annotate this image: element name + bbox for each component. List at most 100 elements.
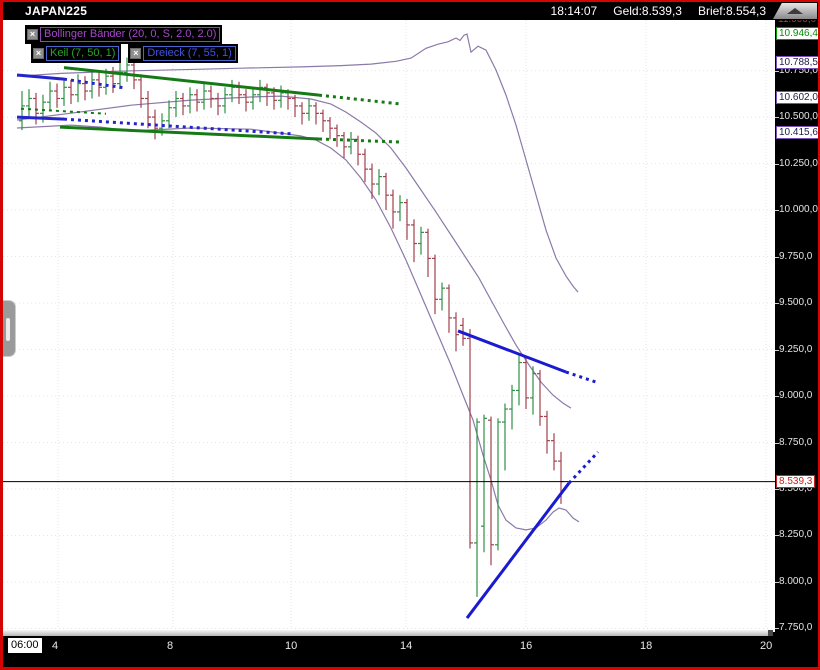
ohlc-bar [488, 416, 494, 566]
ohlc-bar [26, 89, 32, 118]
price-tick-label: 7.750,0 [779, 622, 813, 632]
ohlc-bar [376, 169, 382, 196]
ohlc-bar [166, 100, 172, 129]
price-badge-band: 10.602,0 [776, 91, 818, 105]
ohlc-bar [418, 226, 424, 255]
ohlc-bar [523, 356, 529, 410]
close-icon[interactable]: × [27, 29, 38, 40]
ohlc-bar [257, 79, 263, 103]
chart-area[interactable]: × Bollinger Bänder (20, 0, S, 2.0, 2.0) ×… [3, 20, 775, 632]
time-tick-label: 16 [520, 640, 533, 652]
quote-status: 18:14:07 Geld:8.539,3 Brief:8.554,3 [535, 4, 766, 18]
chart-window: JAPAN225 18:14:07 Geld:8.539,3 Brief:8.554… [0, 0, 820, 670]
old-wedge-dotted-green-dotted-line [20, 107, 107, 115]
ohlc-bar [502, 403, 508, 471]
price-tick-label: 9.750,0 [779, 250, 813, 262]
horizontal-scrollbar[interactable] [3, 629, 773, 636]
dreieck-bottom-dotted-line [567, 450, 600, 485]
ohlc-bar [82, 76, 88, 101]
ohlc-bar [75, 74, 81, 103]
price-tick-mark [775, 442, 779, 444]
ohlc-bar [208, 85, 214, 108]
price-tick-label: 9.000,0 [779, 390, 813, 401]
ohlc-bar [348, 131, 354, 155]
price-tick-label: 10.500,0 [779, 111, 818, 123]
ohlc-bar [467, 329, 473, 549]
price-tick-mark [775, 535, 779, 537]
old-wedge-bottom-line [16, 115, 65, 121]
ohlc-bar [180, 92, 186, 116]
ohlc-bar [397, 195, 403, 222]
price-tick-label: 9.250,0 [779, 343, 813, 355]
ohlc-bar [264, 83, 270, 106]
price-tick-mark [775, 581, 779, 583]
ohlc-bar [439, 282, 445, 311]
price-tick-label: 8.000,0 [779, 575, 813, 587]
dreieck-top-dotted-line [565, 370, 597, 384]
ohlc-bar [411, 219, 417, 263]
ohlc-bar [551, 433, 557, 471]
collapse-button[interactable] [773, 3, 817, 19]
symbol-title: JAPAN225 [25, 4, 88, 18]
price-tick-label: 8.250,0 [779, 529, 813, 541]
ohlc-bar [173, 91, 179, 118]
ohlc-bar [509, 384, 515, 430]
legend-item-bollinger: × Bollinger Bänder (20, 0, S, 2.0, 2.0) [25, 25, 223, 44]
ohlc-bar [320, 109, 326, 132]
keil-top-dotted-line [318, 93, 402, 106]
price-chart-plot[interactable] [3, 20, 775, 632]
legend-item-keil: × Keil (7, 50, 1) [31, 44, 122, 63]
ohlc-bar [425, 228, 431, 277]
ohlc-bar [334, 124, 340, 147]
close-icon[interactable]: × [33, 48, 44, 59]
price-badge-last: 8.539,3 [776, 474, 816, 488]
price-tick-mark [775, 117, 779, 119]
ohlc-bar [47, 81, 53, 110]
ohlc-bar [404, 198, 410, 240]
ohlc-bar [362, 148, 368, 183]
ohlc-bar [432, 254, 438, 315]
price-tick-label: 10.000,0 [779, 204, 818, 216]
price-tick-mark [775, 628, 779, 630]
ohlc-bar [145, 91, 151, 129]
price-tick-mark [775, 163, 779, 165]
keil-top-line [63, 66, 320, 97]
chevron-up-icon [787, 8, 803, 14]
ohlc-bar [215, 92, 221, 116]
title-bar: JAPAN225 18:14:07 Geld:8.539,3 Brief:8.554… [3, 2, 818, 20]
ohlc-bar [327, 117, 333, 140]
handle-grip [6, 318, 10, 341]
ohlc-bar [222, 87, 228, 114]
price-tick-label: 8.750,0 [779, 436, 813, 448]
ohlc-bar [446, 284, 452, 333]
price-tick-label: 10.250,0 [779, 157, 818, 169]
price-tick-mark [775, 210, 779, 212]
legend-label-bollinger: Bollinger Bänder (20, 0, S, 2.0, 2.0) [40, 27, 221, 42]
geld-quote: Geld:8.539,3 [613, 4, 682, 18]
ohlc-bar [530, 366, 536, 415]
ohlc-bar [229, 79, 235, 103]
ohlc-bar [474, 418, 480, 597]
ohlc-bar [54, 83, 60, 108]
time-tick-label: 18 [640, 640, 653, 652]
legend-row: × Keil (7, 50, 1) × Dreieck (7, 55, 1) [31, 44, 238, 63]
price-badge-high: 10.946,4 [776, 27, 818, 41]
ohlc-bar [250, 87, 256, 110]
price-axis[interactable]: 11.000,0 10.750,010.500,010.250,010.000,… [775, 20, 818, 632]
ohlc-bar [68, 79, 74, 105]
ohlc-bar [243, 89, 249, 112]
legend-label-dreieck: Dreieck (7, 55, 1) [143, 46, 236, 61]
keil-bottom-dotted-line [318, 137, 400, 144]
ohlc-bar [61, 78, 67, 106]
ohlc-bar [313, 102, 319, 125]
time-axis[interactable]: 06:00 4 8 10 14 16 18 20 [3, 636, 818, 667]
price-tick-mark [775, 256, 779, 258]
legend-label-keil: Keil (7, 50, 1) [46, 46, 120, 61]
session-time-badge: 06:00 [8, 638, 42, 653]
price-tick-mark [775, 396, 779, 397]
legend-row: × Bollinger Bänder (20, 0, S, 2.0, 2.0) [25, 25, 223, 44]
close-icon[interactable]: × [130, 48, 142, 59]
panel-collapse-handle[interactable] [3, 300, 16, 357]
price-tick-label: 9.500,0 [779, 297, 813, 309]
brief-quote: Brief:8.554,3 [697, 4, 766, 18]
